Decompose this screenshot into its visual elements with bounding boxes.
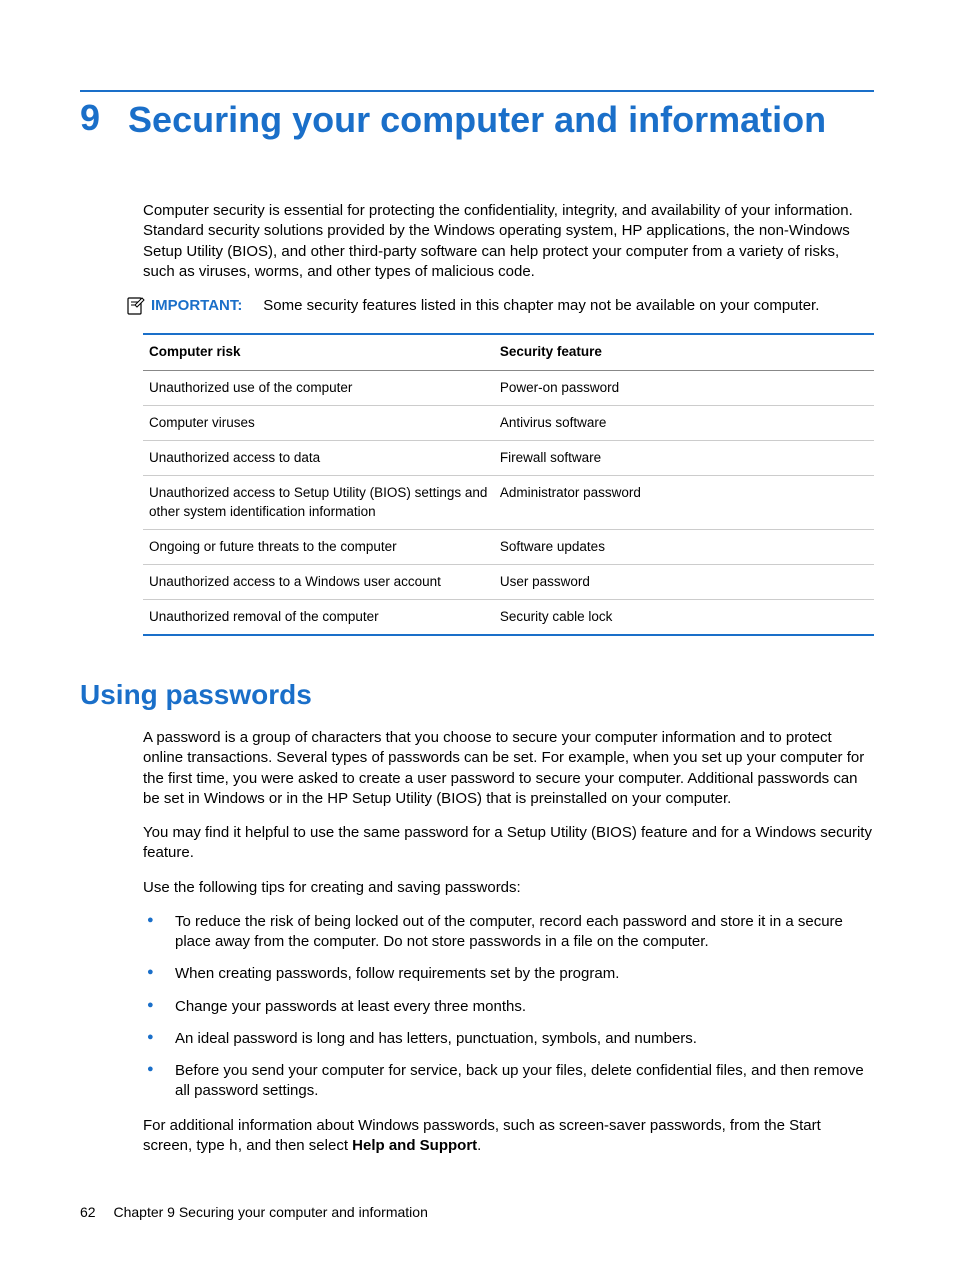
section-p4: For additional information about Windows… xyxy=(143,1116,874,1158)
cell-feature: Antivirus software xyxy=(494,405,874,440)
section-p2: You may find it helpful to use the same … xyxy=(143,823,874,864)
table-row: Computer viruses Antivirus software xyxy=(143,405,874,440)
col-header-risk: Computer risk xyxy=(143,334,494,370)
section-p3: Use the following tips for creating and … xyxy=(143,878,874,898)
intro-paragraph: Computer security is essential for prote… xyxy=(143,201,874,282)
cell-risk: Unauthorized removal of the computer xyxy=(143,600,494,636)
cell-feature: Firewall software xyxy=(494,441,874,476)
chapter-title: Securing your computer and information xyxy=(128,98,826,141)
list-item: Before you send your computer for servic… xyxy=(143,1061,874,1102)
note-icon xyxy=(127,297,145,321)
table-row: Unauthorized access to data Firewall sof… xyxy=(143,441,874,476)
section-heading: Using passwords xyxy=(80,676,874,714)
p4-mid: , and then select xyxy=(238,1137,352,1154)
cell-risk: Unauthorized access to Setup Utility (BI… xyxy=(143,476,494,529)
cell-risk: Unauthorized use of the computer xyxy=(143,370,494,405)
cell-risk: Unauthorized access to a Windows user ac… xyxy=(143,564,494,599)
top-rule xyxy=(80,90,874,92)
cell-feature: Security cable lock xyxy=(494,600,874,636)
p4-bold: Help and Support xyxy=(352,1137,477,1154)
cell-risk: Unauthorized access to data xyxy=(143,441,494,476)
important-label: IMPORTANT: xyxy=(151,297,242,314)
p4-code: h xyxy=(229,1138,238,1155)
important-note: IMPORTANT: Some security features listed… xyxy=(127,296,874,321)
tips-list: To reduce the risk of being locked out o… xyxy=(143,912,874,1102)
cell-feature: User password xyxy=(494,564,874,599)
table-row: Unauthorized removal of the computer Sec… xyxy=(143,600,874,636)
table-row: Unauthorized access to Setup Utility (BI… xyxy=(143,476,874,529)
cell-feature: Power-on password xyxy=(494,370,874,405)
table-row: Unauthorized access to a Windows user ac… xyxy=(143,564,874,599)
cell-feature: Software updates xyxy=(494,529,874,564)
col-header-feature: Security feature xyxy=(494,334,874,370)
chapter-heading: 9 Securing your computer and information xyxy=(80,98,874,141)
cell-feature: Administrator password xyxy=(494,476,874,529)
page-number: 62 xyxy=(80,1204,96,1220)
important-body: Some security features listed in this ch… xyxy=(263,297,819,314)
table-row: Ongoing or future threats to the compute… xyxy=(143,529,874,564)
list-item: An ideal password is long and has letter… xyxy=(143,1029,874,1049)
table-row: Unauthorized use of the computer Power-o… xyxy=(143,370,874,405)
cell-risk: Ongoing or future threats to the compute… xyxy=(143,529,494,564)
cell-risk: Computer viruses xyxy=(143,405,494,440)
list-item: When creating passwords, follow requirem… xyxy=(143,964,874,984)
chapter-number: 9 xyxy=(80,98,100,138)
page-footer: 62 Chapter 9 Securing your computer and … xyxy=(80,1203,428,1222)
footer-text: Chapter 9 Securing your computer and inf… xyxy=(113,1204,427,1220)
section-p1: A password is a group of characters that… xyxy=(143,728,874,809)
list-item: Change your passwords at least every thr… xyxy=(143,997,874,1017)
important-text: IMPORTANT: Some security features listed… xyxy=(151,296,819,316)
security-table: Computer risk Security feature Unauthori… xyxy=(143,333,874,636)
list-item: To reduce the risk of being locked out o… xyxy=(143,912,874,953)
table-header-row: Computer risk Security feature xyxy=(143,334,874,370)
p4-post: . xyxy=(477,1137,481,1154)
